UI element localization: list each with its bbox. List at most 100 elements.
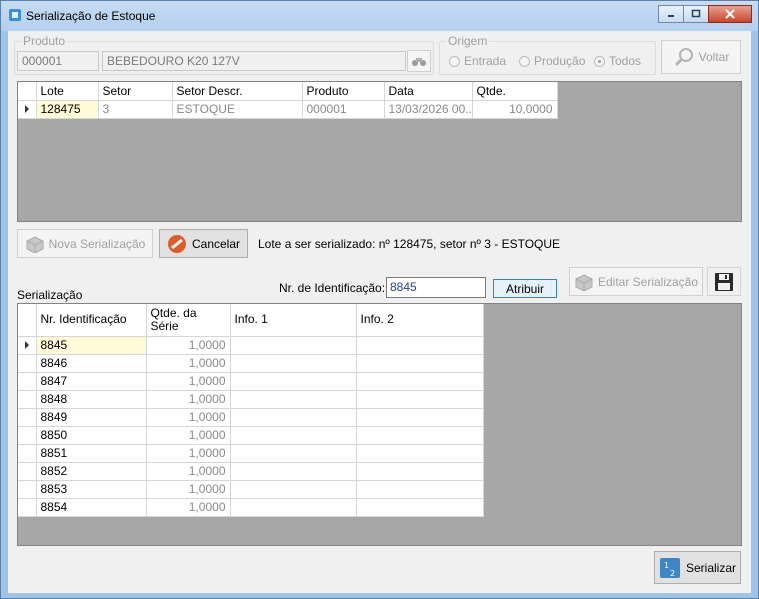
serial-row[interactable]: 8850 1,0000 (18, 426, 484, 445)
serial-cell[interactable]: 8853 (36, 480, 147, 499)
serial-cell[interactable]: 1,0000 (146, 426, 231, 445)
serial-cell[interactable]: 1,0000 (146, 336, 231, 355)
current-row-indicator (18, 100, 37, 119)
origem-legend: Origem (446, 34, 490, 48)
serial-cell[interactable]: 8851 (36, 444, 147, 463)
save-button[interactable] (707, 267, 741, 296)
serial-cell[interactable] (230, 354, 357, 373)
serial-row[interactable]: 8849 1,0000 (18, 408, 484, 427)
serial-cell[interactable] (356, 480, 484, 499)
atribuir-button[interactable]: Atribuir (493, 279, 557, 298)
lote-column-header[interactable]: Qtde. (472, 82, 558, 101)
serial-cell[interactable]: 1,0000 (146, 480, 231, 499)
serial-cell[interactable]: 8848 (36, 390, 147, 409)
row-header (18, 444, 37, 463)
lote-cell[interactable]: 128475 (36, 100, 99, 119)
serial-cell[interactable]: 1,0000 (146, 354, 231, 373)
serial-grid[interactable]: Nr. Identificação Qtde. da Série Info. 1 In… (17, 303, 742, 546)
serial-cell[interactable]: 8846 (36, 354, 147, 373)
lote-column-header[interactable]: Setor Descr. (172, 82, 303, 101)
serial-cell[interactable]: 8847 (36, 372, 147, 391)
serial-cell[interactable] (230, 444, 357, 463)
serializar-button[interactable]: 12 Serializar (654, 551, 741, 584)
serial-cell[interactable]: 8845 (36, 336, 147, 355)
close-button[interactable] (708, 5, 752, 23)
lote-column-header[interactable]: Setor (98, 82, 173, 101)
produto-code-field[interactable]: 000001 (17, 51, 99, 71)
serial-row[interactable]: 8853 1,0000 (18, 480, 484, 499)
serial-cell[interactable] (356, 354, 484, 373)
serial-cell[interactable]: 1,0000 (146, 444, 231, 463)
maximize-button[interactable] (683, 5, 709, 23)
nova-serializacao-button[interactable]: Nova Serialização (17, 229, 153, 258)
serial-row[interactable]: 8852 1,0000 (18, 462, 484, 481)
serial-cell[interactable]: 8850 (36, 426, 147, 445)
lote-cell[interactable]: 000001 (302, 100, 385, 119)
radio-dot-selected (594, 55, 605, 67)
serial-cell[interactable]: 1,0000 (146, 498, 231, 517)
serial-cell[interactable]: 1,0000 (146, 462, 231, 481)
lote-column-header[interactable]: Data (384, 82, 473, 101)
serial-cell[interactable] (230, 498, 357, 517)
lote-column-header[interactable]: Lote (36, 82, 99, 101)
lote-column-header[interactable]: Produto (302, 82, 385, 101)
serial-column-header[interactable]: Nr. Identificação (36, 304, 147, 337)
serial-row[interactable]: 8848 1,0000 (18, 390, 484, 409)
produto-description-field[interactable]: BEBEDOURO K20 127V (102, 51, 406, 71)
row-arrow-icon (24, 105, 29, 113)
serial-cell[interactable] (356, 336, 484, 355)
produto-search-button[interactable] (407, 50, 431, 72)
serial-cell[interactable] (356, 498, 484, 517)
serial-cell[interactable]: 8854 (36, 498, 147, 517)
svg-text:1: 1 (664, 561, 669, 570)
serial-cell[interactable] (356, 372, 484, 391)
lote-cell[interactable]: 13/03/2026 00... (384, 100, 473, 119)
serial-cell[interactable] (356, 426, 484, 445)
serial-column-header[interactable]: Qtde. da Série (146, 304, 231, 337)
serial-row[interactable]: 8851 1,0000 (18, 444, 484, 463)
lote-grid[interactable]: Lote Setor Setor Descr. Produto Data Qtde. 12… (17, 81, 742, 222)
lote-header-row: Lote Setor Setor Descr. Produto Data Qtde. (18, 82, 558, 101)
serial-cell[interactable] (230, 462, 357, 481)
cancelar-button[interactable]: Cancelar (159, 229, 248, 258)
lote-cell[interactable]: 3 (98, 100, 173, 119)
serial-cell[interactable] (230, 336, 357, 355)
origem-radio-todos[interactable]: Todos (594, 54, 641, 68)
serial-cell[interactable]: 1,0000 (146, 408, 231, 427)
serial-cell[interactable]: 8852 (36, 462, 147, 481)
serial-cell[interactable]: 1,0000 (146, 372, 231, 391)
row-header (18, 304, 37, 337)
minimize-button[interactable] (658, 5, 684, 23)
serial-cell[interactable] (230, 372, 357, 391)
lote-cell[interactable]: 10,0000 (472, 100, 558, 119)
serial-column-header[interactable]: Info. 2 (356, 304, 484, 337)
lote-cell[interactable]: ESTOQUE (172, 100, 303, 119)
identificacao-input[interactable]: 8845 (386, 277, 486, 298)
serial-column-header[interactable]: Info. 1 (230, 304, 357, 337)
origem-radio-entrada[interactable]: Entrada (449, 54, 506, 68)
serial-row[interactable]: 8846 1,0000 (18, 354, 484, 373)
voltar-button[interactable]: Voltar (661, 40, 741, 74)
serial-cell[interactable] (356, 462, 484, 481)
serial-row[interactable]: 8854 1,0000 (18, 498, 484, 517)
serial-row[interactable]: 8845 1,0000 (18, 336, 484, 355)
serial-cell[interactable] (230, 408, 357, 427)
serial-cell[interactable] (356, 444, 484, 463)
window-title: Serialização de Estoque (26, 9, 156, 23)
serial-cell[interactable] (356, 408, 484, 427)
serial-cell[interactable] (230, 426, 357, 445)
serial-cell[interactable] (356, 390, 484, 409)
row-arrow-icon (24, 341, 29, 349)
serial-cell[interactable]: 1,0000 (146, 390, 231, 409)
origem-radio-producao[interactable]: Produção (519, 54, 585, 68)
radio-label: Produção (534, 54, 586, 68)
editar-serializacao-button[interactable]: Editar Serialização (569, 267, 703, 296)
serial-cell[interactable] (230, 390, 357, 409)
lote-row[interactable]: 128475 3 ESTOQUE 000001 13/03/2026 00... 10,0… (18, 100, 558, 119)
binoculars-icon (412, 58, 426, 66)
serial-cell[interactable]: 8849 (36, 408, 147, 427)
status-text: Lote a ser serializado: nº 128475, setor… (258, 237, 561, 251)
serial-row[interactable]: 8847 1,0000 (18, 372, 484, 391)
row-header (18, 408, 37, 427)
serial-cell[interactable] (230, 480, 357, 499)
